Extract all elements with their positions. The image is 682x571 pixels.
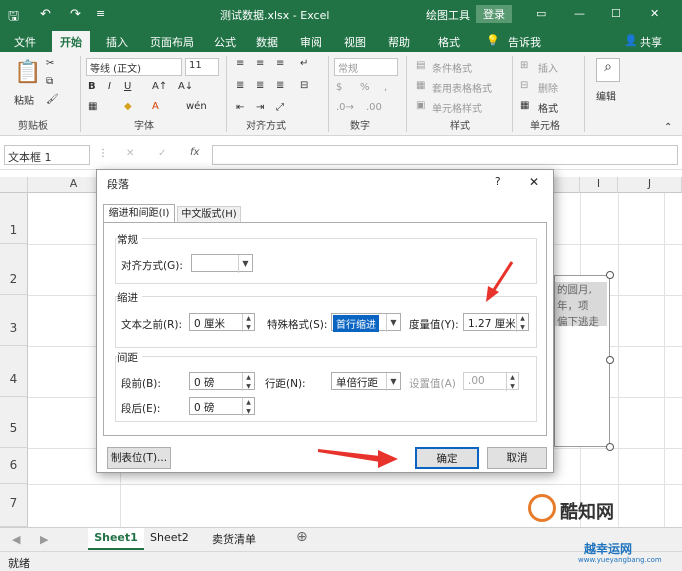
arrow-to-measure [486,261,514,302]
arrow-to-ok [318,449,398,468]
annotation-arrows [318,261,514,468]
